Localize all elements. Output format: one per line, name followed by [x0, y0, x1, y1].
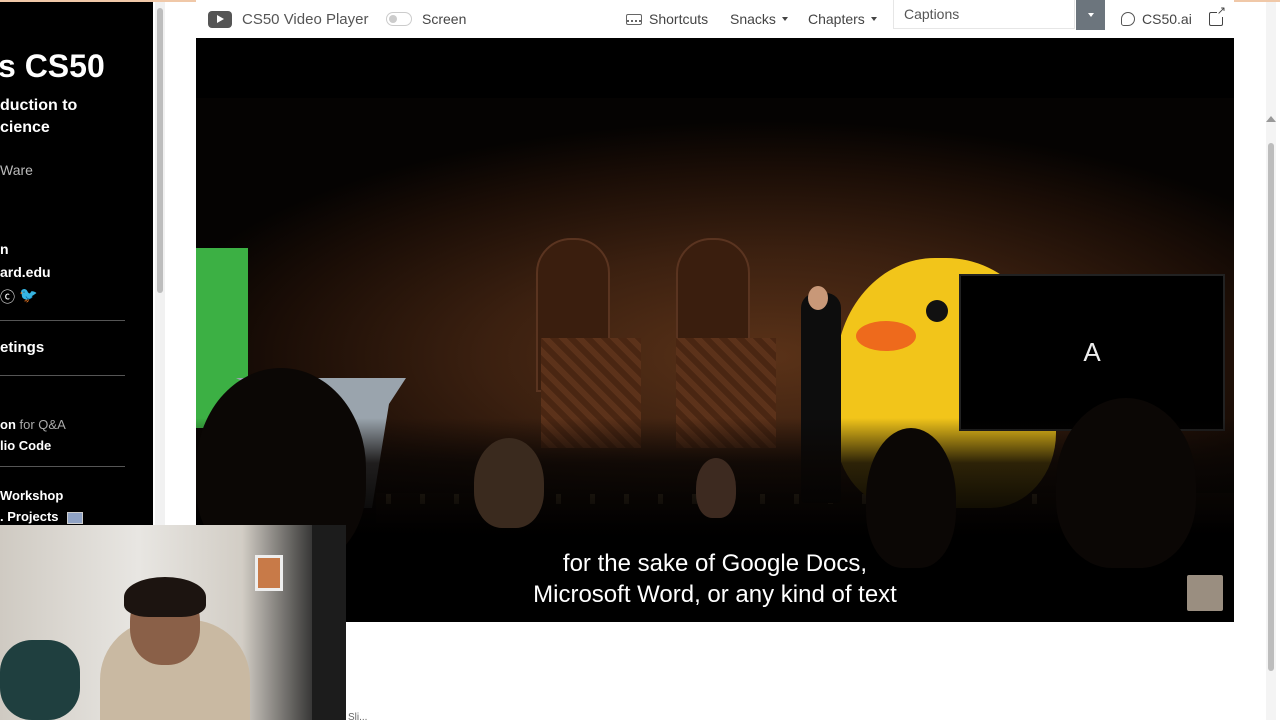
course-subtitle: duction to cience — [0, 95, 77, 139]
author-name[interactable]: Ware — [0, 162, 33, 178]
player-title[interactable]: CS50 Video Player — [208, 5, 368, 33]
snacks-dropdown[interactable]: Snacks — [730, 5, 788, 33]
keyboard-icon — [626, 13, 642, 25]
contact-info: n ard.edu — [0, 238, 51, 284]
channel-avatar[interactable] — [1187, 575, 1223, 611]
page-fragment-text: Sli... — [348, 712, 368, 723]
video-frame[interactable]: A for the sake of Google Docs, Microsoft… — [196, 38, 1234, 622]
email-link[interactable]: ard.edu — [0, 261, 51, 284]
player-title-label: CS50 Video Player — [242, 10, 369, 28]
divider — [0, 320, 125, 321]
monitor-text: A — [1083, 337, 1101, 367]
audience-head — [866, 428, 956, 568]
webcam-overlay — [0, 525, 346, 720]
contact-line[interactable]: n — [0, 238, 51, 261]
snacks-label: Snacks — [730, 11, 776, 27]
screen-toggle-label: Screen — [422, 11, 467, 27]
audience-head — [1056, 398, 1196, 568]
sidebar-item-qa[interactable]: on for Q&A lio Code — [0, 414, 66, 456]
open-external-button[interactable] — [1209, 5, 1226, 33]
twitter-icon[interactable]: 🐦 — [19, 286, 38, 307]
chair — [0, 640, 80, 720]
sidebar-item-vscode[interactable]: lio Code — [0, 435, 66, 456]
audience-head — [474, 438, 544, 528]
caret-down-icon — [781, 17, 788, 21]
sidebar-item-meetings[interactable]: etings — [0, 339, 44, 356]
chapters-dropdown[interactable]: Chapters — [808, 5, 877, 33]
external-link-icon — [1209, 6, 1226, 26]
caption-overlay: for the sake of Google Docs, Microsoft W… — [196, 548, 1234, 610]
sidebar-item-projects[interactable]: . Projects — [0, 509, 59, 524]
course-subtitle-line: cience — [0, 119, 50, 136]
caption-line: Microsoft Word, or any kind of text — [533, 581, 897, 608]
divider — [0, 466, 125, 467]
caret-down-icon — [1087, 13, 1094, 17]
caption-line: for the sake of Google Docs, — [562, 550, 868, 577]
cs50ai-label: CS50.ai — [1142, 11, 1192, 27]
course-title[interactable]: s CS50 — [0, 48, 105, 85]
scroll-up-arrow-icon[interactable] — [1266, 116, 1276, 122]
shortcuts-label: Shortcuts — [649, 11, 709, 27]
sidebar-section-workshop: Workshop . Projects — [0, 485, 83, 525]
screen-toggle[interactable]: Screen — [386, 5, 466, 33]
lecturer-head — [808, 286, 828, 310]
qa-muted-label: for Q&A — [19, 417, 66, 432]
course-subtitle-line: duction to — [0, 97, 78, 114]
doorframe — [312, 525, 346, 720]
sidebar-scrollbar-thumb[interactable] — [157, 8, 163, 293]
shortcuts-button[interactable]: Shortcuts — [626, 5, 708, 33]
course-sidebar: s CS50 duction to cience Ware n ard.edu … — [0, 2, 153, 525]
duck-bill — [856, 321, 916, 351]
caret-down-icon — [870, 17, 877, 21]
presenter-hair — [124, 577, 206, 617]
captions-label: Captions — [904, 6, 960, 22]
lecture-hall-scene: A — [196, 98, 1234, 568]
chapters-label: Chapters — [808, 11, 865, 27]
flag-icon — [66, 511, 83, 524]
youtube-icon — [208, 10, 232, 28]
divider — [0, 375, 125, 376]
wall-picture — [255, 555, 283, 591]
captions-select[interactable]: Captions — [893, 0, 1075, 29]
social-links: ⓒ 🐦 — [0, 286, 38, 307]
qa-link-label[interactable]: on — [0, 417, 16, 432]
duck-icon — [1121, 12, 1135, 26]
duck-eye — [926, 300, 948, 322]
audience-head — [696, 458, 736, 518]
threads-icon[interactable]: ⓒ — [0, 286, 15, 307]
captions-dropdown-button[interactable] — [1076, 0, 1105, 30]
page-scrollbar-thumb[interactable] — [1268, 143, 1274, 671]
sidebar-item-workshop[interactable]: Workshop — [0, 485, 83, 506]
toggle-switch[interactable] — [386, 12, 412, 26]
video-player-toolbar: CS50 Video Player Screen Shortcuts Snack… — [196, 0, 1234, 38]
cs50ai-link[interactable]: CS50.ai — [1121, 5, 1192, 33]
